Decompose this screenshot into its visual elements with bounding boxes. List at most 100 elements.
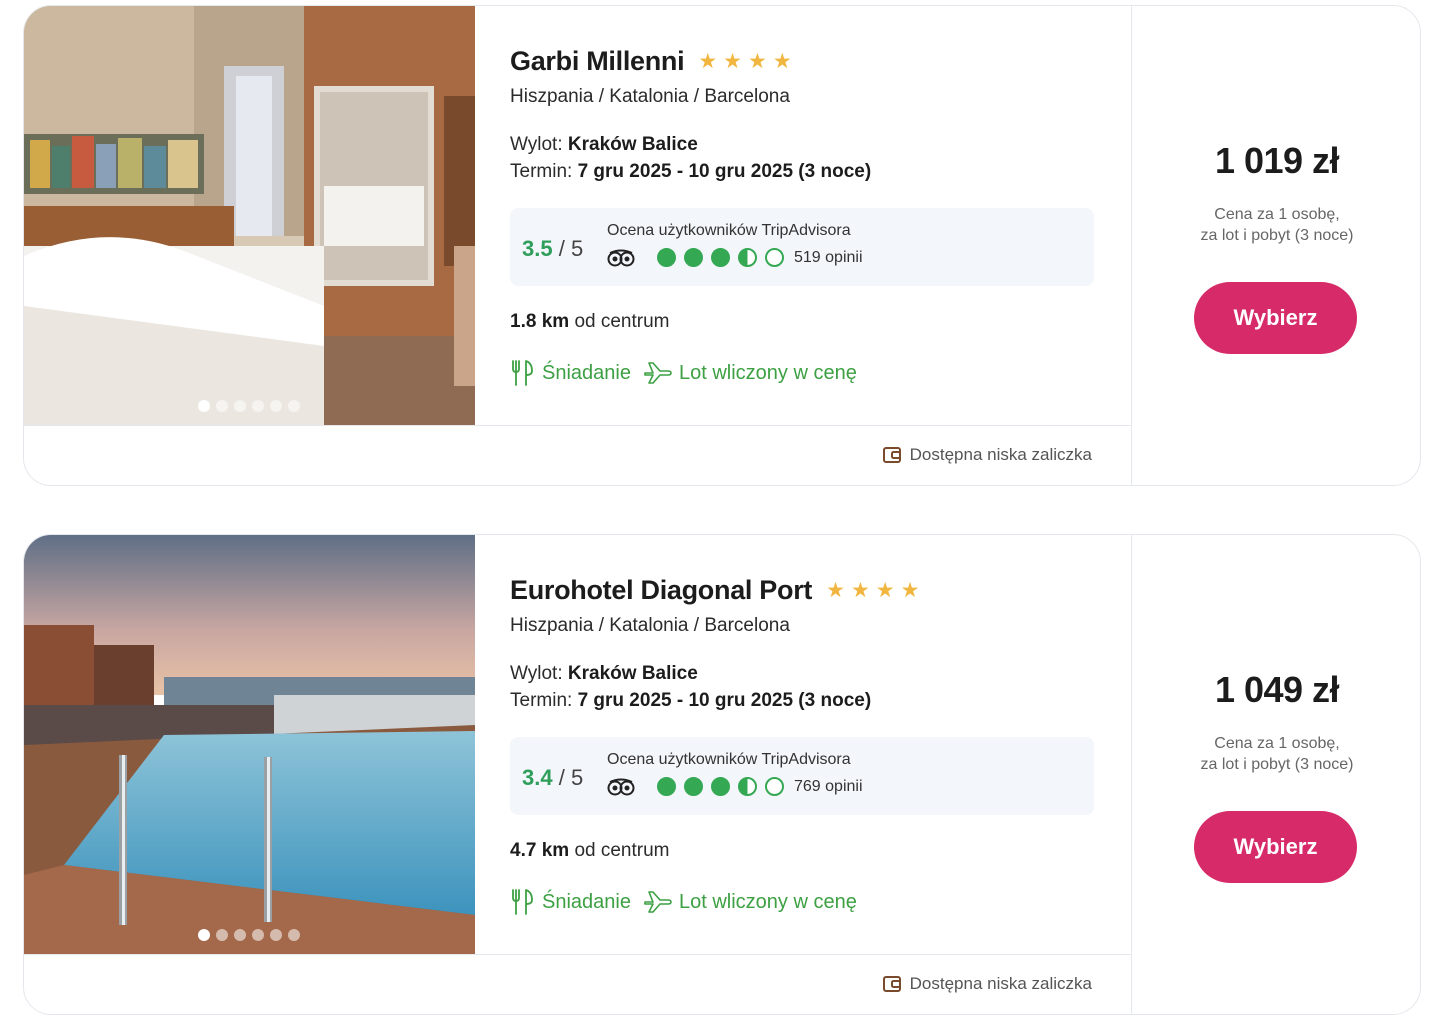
star-icon: ★ [850,579,870,602]
price-note: Cena za 1 osobę, za lot i pobyt (3 noce) [1132,204,1420,246]
reviews-count[interactable]: 519 opinii [794,249,863,267]
hotel-stars: ★ ★ ★ ★ [826,580,919,601]
rating-bubble-full [657,248,676,267]
offer-card: Eurohotel Diagonal Port ★ ★ ★ ★ Hiszpani… [23,534,1421,1015]
price-note-line: Cena za 1 osobę, [1214,735,1340,752]
feature-flight: Lot wliczony w cenę [643,360,857,386]
feature-breakfast: Śniadanie [510,888,631,916]
rating-bubble-empty [765,248,784,267]
features: Śniadanie Lot wliczony w cenę [510,888,857,916]
carousel-dot[interactable] [216,400,228,412]
airplane-icon [644,362,672,384]
hotel-pool-image [24,535,475,954]
offer-card: Garbi Millenni ★ ★ ★ ★ Hiszpania / Katal… [23,5,1421,486]
hotel-name[interactable]: Garbi Millenni [510,46,685,77]
distance: 1.8 km od centrum [510,311,669,333]
hotel-name[interactable]: Eurohotel Diagonal Port [510,575,812,606]
price-note-line: za lot i pobyt (3 noce) [1200,756,1354,773]
rating-score: 3.4 / 5 [522,765,583,791]
rating-score-value: 3.4 [522,765,553,790]
title-row: Garbi Millenni ★ ★ ★ ★ [510,46,792,77]
hotel-room-image [24,6,475,425]
hotel-photo[interactable] [24,535,475,954]
feature-breakfast: Śniadanie [510,359,631,387]
term-value: 7 gru 2025 - 10 gru 2025 (3 noce) [577,690,872,711]
departure-value: Kraków Balice [567,663,698,684]
rating-score-value: 3.5 [522,236,553,261]
divider [24,954,1131,955]
feature-breakfast-label: Śniadanie [542,890,631,913]
term-label: Termin: [510,161,573,182]
rating-score: 3.5 / 5 [522,236,583,262]
price-note-line: za lot i pobyt (3 noce) [1200,227,1354,244]
star-icon: ★ [900,579,920,602]
carousel-dot[interactable] [270,400,282,412]
photo-carousel-dots[interactable] [198,929,300,941]
tripadvisor-rating: 3.5 / 5 Ocena użytkowników TripAdvisora … [510,208,1094,286]
rating-score-max: / 5 [558,765,584,790]
hotel-location: Hiszpania / Katalonia / Barcelona [510,615,790,636]
offer-info: Eurohotel Diagonal Port ★ ★ ★ ★ Hiszpani… [510,535,1130,954]
feature-flight-label: Lot wliczony w cenę [678,890,857,913]
price-note: Cena za 1 osobę, za lot i pobyt (3 noce) [1132,733,1420,775]
airplane-icon [644,891,672,913]
departure-value: Kraków Balice [567,134,698,155]
carousel-dot[interactable] [216,929,228,941]
term-label: Termin: [510,690,573,711]
hotel-stars: ★ ★ ★ ★ [698,51,791,72]
departure-label: Wylot: [510,134,563,155]
deposit-label: Dostępna niska zaliczka [909,974,1092,993]
carousel-dot[interactable] [234,400,246,412]
star-icon: ★ [747,50,767,73]
departure: Wylot: Kraków Balice [510,134,698,156]
star-icon: ★ [875,579,895,602]
rating-source: Ocena użytkowników TripAdvisora [607,751,851,768]
carousel-dot[interactable] [252,929,264,941]
reviews-count[interactable]: 769 opinii [794,778,863,796]
distance-value: 1.8 km [510,311,570,332]
cutlery-icon [512,889,533,915]
features: Śniadanie Lot wliczony w cenę [510,359,857,387]
rating-score-max: / 5 [558,236,584,261]
carousel-dot[interactable] [198,400,210,412]
rating-bubble-full [684,777,703,796]
offer-info: Garbi Millenni ★ ★ ★ ★ Hiszpania / Katal… [510,6,1130,425]
carousel-dot[interactable] [234,929,246,941]
carousel-dot[interactable] [198,929,210,941]
price-column: 1 019 zł Cena za 1 osobę, za lot i pobyt… [1132,6,1420,485]
rating-bubble-full [711,777,730,796]
star-icon: ★ [826,579,845,602]
photo-carousel-dots[interactable] [198,400,300,412]
carousel-dot[interactable] [252,400,264,412]
departure: Wylot: Kraków Balice [510,663,698,685]
carousel-dot[interactable] [270,929,282,941]
hotel-location: Hiszpania / Katalonia / Barcelona [510,86,790,107]
select-button[interactable]: Wybierz [1194,811,1357,883]
select-button[interactable]: Wybierz [1194,282,1357,354]
star-icon: ★ [723,50,742,73]
title-row: Eurohotel Diagonal Port ★ ★ ★ ★ [510,575,919,606]
cutlery-icon [512,360,533,386]
carousel-dot[interactable] [288,400,300,412]
deposit-label: Dostępna niska zaliczka [909,445,1092,464]
price-note-line: Cena za 1 osobę, [1214,206,1340,223]
wallet-icon [882,447,901,463]
wallet-icon [882,976,901,992]
rating-bubble-half [738,248,757,267]
rating-bubbles-row: 769 opinii [607,777,863,796]
distance: 4.7 km od centrum [510,840,669,862]
price: 1 049 zł [1214,669,1340,710]
hotel-photo[interactable] [24,6,475,425]
term: Termin: 7 gru 2025 - 10 gru 2025 (3 noce… [510,690,871,712]
star-icon: ★ [772,50,792,73]
departure-label: Wylot: [510,663,563,684]
distance-label: od centrum [574,840,670,861]
feature-flight: Lot wliczony w cenę [643,889,857,915]
rating-source: Ocena użytkowników TripAdvisora [607,222,851,239]
distance-value: 4.7 km [510,840,570,861]
carousel-dot[interactable] [288,929,300,941]
divider [24,425,1131,426]
price-column: 1 049 zł Cena za 1 osobę, za lot i pobyt… [1132,535,1420,1014]
term-value: 7 gru 2025 - 10 gru 2025 (3 noce) [577,161,872,182]
feature-flight-label: Lot wliczony w cenę [678,361,857,384]
